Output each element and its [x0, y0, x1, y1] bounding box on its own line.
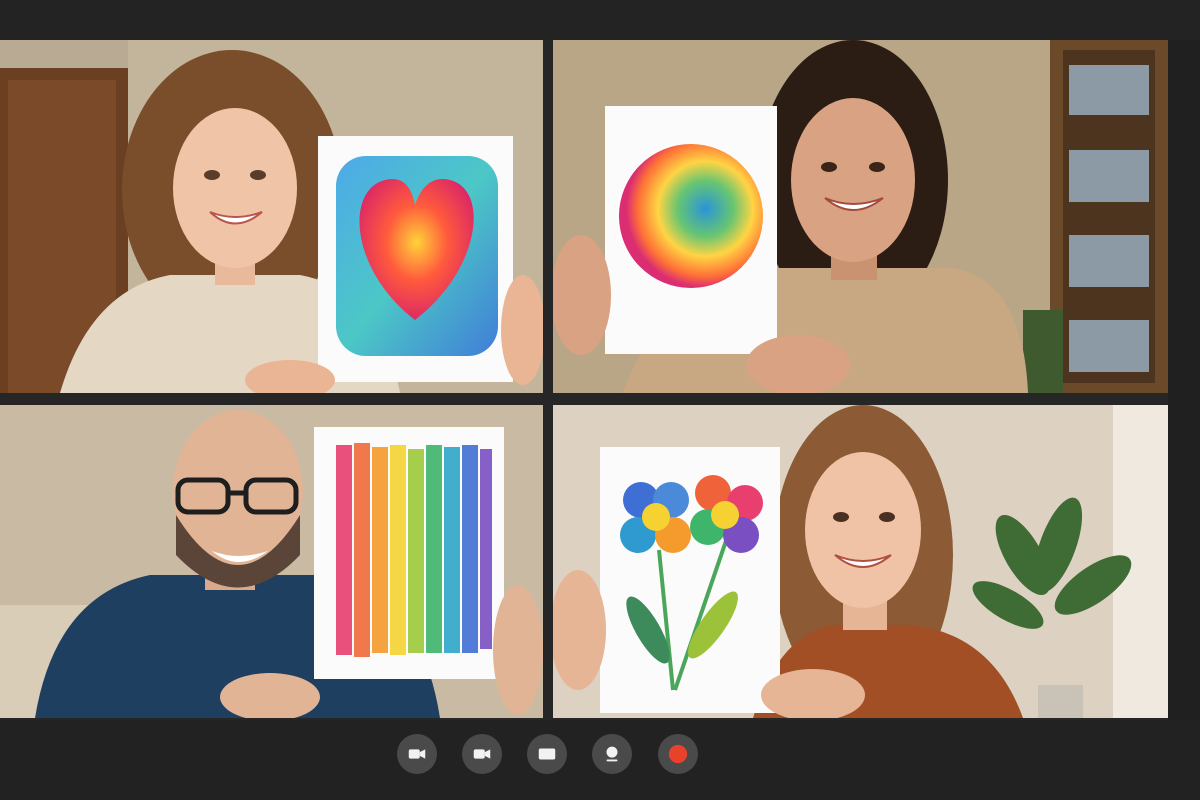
participant-video-4	[553, 405, 1168, 718]
video-call-window	[0, 0, 1200, 800]
participant-tile-3[interactable]	[0, 405, 543, 718]
participant-tile-2[interactable]	[553, 40, 1168, 393]
participant-video-3	[0, 405, 543, 718]
participant-tile-1[interactable]	[0, 40, 543, 393]
record-icon	[668, 744, 688, 764]
camera-button[interactable]	[397, 734, 437, 774]
person-icon	[606, 746, 618, 762]
video-camera-icon	[408, 749, 426, 759]
screen-button[interactable]	[527, 734, 567, 774]
video-camera-icon	[473, 749, 491, 759]
top-bar	[0, 0, 1200, 40]
video-button[interactable]	[462, 734, 502, 774]
participant-video-1	[0, 40, 543, 393]
participant-tile-4[interactable]	[553, 405, 1168, 718]
participant-video-2	[553, 40, 1168, 393]
profile-button[interactable]	[592, 734, 632, 774]
record-button[interactable]	[658, 734, 698, 774]
screen-icon	[538, 748, 556, 760]
right-edge-bar	[1168, 40, 1200, 720]
